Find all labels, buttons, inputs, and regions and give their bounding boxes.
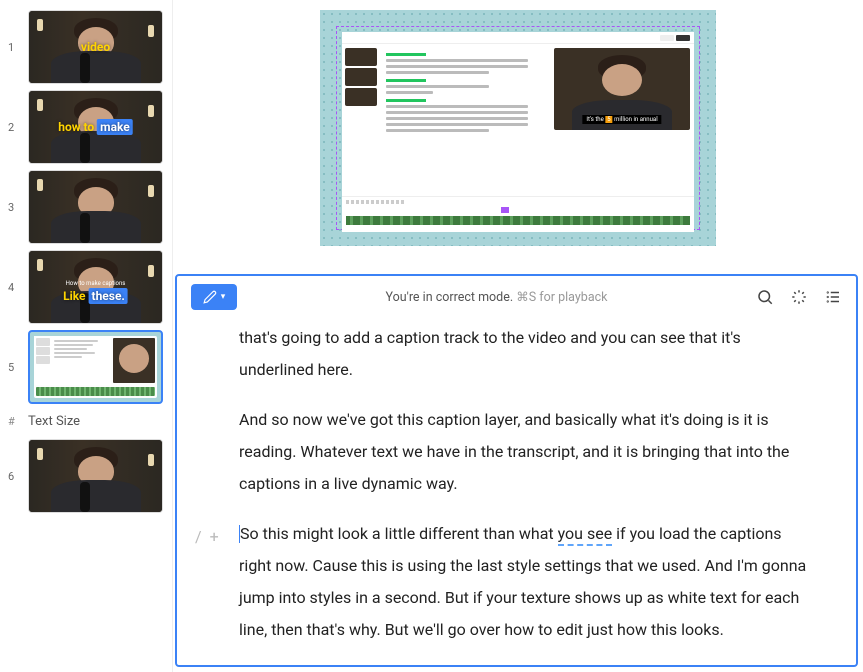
text-cursor — [239, 525, 240, 543]
sparkle-icon[interactable] — [790, 288, 808, 306]
mode-text: You're in correct mode. — [386, 290, 514, 305]
mode-status: You're in correct mode. ⌘S for playback — [247, 289, 746, 305]
slash-command-handle[interactable]: / — [195, 521, 202, 553]
transcript-editor-panel: ▾ You're in correct mode. ⌘S for playbac… — [175, 274, 858, 667]
transcript-paragraph[interactable]: that's going to add a caption track to t… — [217, 322, 816, 386]
thumbnail-row-4[interactable]: 4 How to make captions Like these. — [8, 250, 164, 324]
thumbnail-row-5[interactable]: 5 — [8, 330, 164, 404]
thumbnail-image: video — [28, 10, 163, 84]
thumbnail-sidebar: 1 video 2 how to make 3 — [0, 0, 172, 672]
thumbnail-index: 3 — [8, 201, 24, 214]
chevron-down-icon: ▾ — [221, 292, 226, 302]
caption-small: How to make captions — [66, 280, 126, 287]
thumbnail-index: 5 — [8, 361, 24, 374]
thumbnail-row-3[interactable]: 3 — [8, 170, 164, 244]
thumbnail-row-2[interactable]: 2 how to make — [8, 90, 164, 164]
search-icon[interactable] — [756, 288, 774, 306]
caption-text: these. — [89, 288, 128, 304]
thumbnail-index: 2 — [8, 121, 24, 134]
thumbnail-index: 4 — [8, 281, 24, 294]
caption-text: make — [97, 119, 133, 135]
linked-phrase[interactable]: you see — [558, 524, 613, 546]
preview-frame[interactable]: It's the 5 million in annual — [320, 10, 716, 246]
list-icon[interactable] — [824, 288, 842, 306]
editor-toolbar: ▾ You're in correct mode. ⌘S for playbac… — [177, 276, 856, 318]
text-size-label: Text Size — [28, 414, 80, 429]
preview-video-caption: It's the 5 million in annual — [582, 115, 661, 124]
thumbnail-image-selected — [28, 330, 163, 404]
transcript-body[interactable]: that's going to add a caption track to t… — [177, 318, 856, 665]
add-block-handle[interactable]: + — [210, 521, 219, 553]
text-size-control[interactable]: # Text Size — [8, 410, 164, 433]
hash-icon: # — [8, 415, 24, 428]
caption-text: how to — [58, 120, 97, 134]
edit-mode-button[interactable]: ▾ — [191, 284, 237, 310]
pencil-icon — [203, 290, 217, 304]
video-preview-area: It's the 5 million in annual — [173, 0, 863, 272]
thumbnail-image — [28, 170, 163, 244]
thumbnail-row-1[interactable]: 1 video — [8, 10, 164, 84]
thumbnail-image: How to make captions Like these. — [28, 250, 163, 324]
thumbnail-image — [28, 439, 163, 513]
thumbnail-image: how to make — [28, 90, 163, 164]
caption-text: video — [81, 40, 110, 54]
main-content: It's the 5 million in annual ▾ — [172, 0, 863, 672]
transcript-paragraph[interactable]: And so now we've got this caption layer,… — [217, 404, 816, 500]
caption-text: Like — [63, 289, 88, 303]
preview-video-thumbnail: It's the 5 million in annual — [554, 48, 690, 130]
thumbnail-index: 6 — [8, 470, 24, 483]
thumbnail-row-6[interactable]: 6 — [8, 439, 164, 513]
shortcut-hint: ⌘S for playback — [516, 290, 607, 305]
thumbnail-index: 1 — [8, 41, 24, 54]
transcript-paragraph[interactable]: / + So this might look a little differen… — [217, 518, 816, 646]
preview-editor-ui: It's the 5 million in annual — [342, 32, 694, 232]
